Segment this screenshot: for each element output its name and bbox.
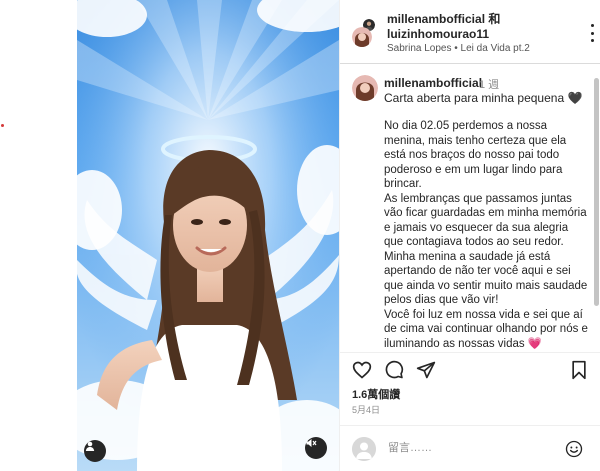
author-avatar[interactable] <box>352 27 372 47</box>
caption-username[interactable]: millenambofficial <box>384 76 482 90</box>
caption-body: No dia 02.05 perdemos a nossa menina, ma… <box>384 119 589 351</box>
comment-input[interactable] <box>388 439 558 457</box>
mute-button[interactable] <box>305 437 327 459</box>
post-date[interactable]: 5月4日 <box>352 403 380 416</box>
emoji-icon[interactable] <box>565 440 583 458</box>
caption-paragraph: As lembranças que passamos juntas vão fi… <box>384 192 588 307</box>
post-header: millenambofficial 和 luizinhomourao11 Sab… <box>340 0 600 64</box>
bookmark-icon[interactable] <box>569 360 589 380</box>
share-icon[interactable] <box>416 360 436 380</box>
stray-dot <box>1 124 4 127</box>
audio-track[interactable]: Sabrina Lopes • Lei da Vida pt.2 <box>387 43 530 54</box>
media-illustration <box>77 0 339 471</box>
post-media[interactable] <box>77 0 339 471</box>
caption-scrollbar[interactable] <box>594 78 599 306</box>
current-user-avatar <box>352 437 376 461</box>
caption-paragraph: Você foi luz em nossa vida e sei que aí … <box>384 308 588 350</box>
heart-icon[interactable] <box>352 360 372 380</box>
action-bar <box>340 352 600 388</box>
caption-avatar[interactable] <box>352 75 378 101</box>
caption: millenambofficial 1 週 Carta aberta para … <box>340 64 600 352</box>
instagram-post-modal: millenambofficial 和 luizinhomourao11 Sab… <box>0 0 600 471</box>
caption-paragraph: No dia 02.05 perdemos a nossa menina, ma… <box>384 120 567 190</box>
post-details-panel: millenambofficial 和 luizinhomourao11 Sab… <box>339 0 600 471</box>
dress <box>137 325 282 471</box>
more-options-icon[interactable] <box>591 24 594 42</box>
caption-timestamp[interactable]: 1 週 <box>479 76 499 92</box>
caption-title: Carta aberta para minha pequena 🖤 <box>384 91 583 105</box>
like-count[interactable]: 1.6萬個讚 <box>352 386 400 402</box>
muted-speaker-icon <box>306 439 317 447</box>
user-tag-button[interactable] <box>84 440 106 462</box>
comment-bar <box>340 425 600 471</box>
user-tag-icon <box>85 441 95 451</box>
post-authors[interactable]: millenambofficial 和 luizinhomourao11 <box>387 12 600 42</box>
comment-icon[interactable] <box>384 360 404 380</box>
